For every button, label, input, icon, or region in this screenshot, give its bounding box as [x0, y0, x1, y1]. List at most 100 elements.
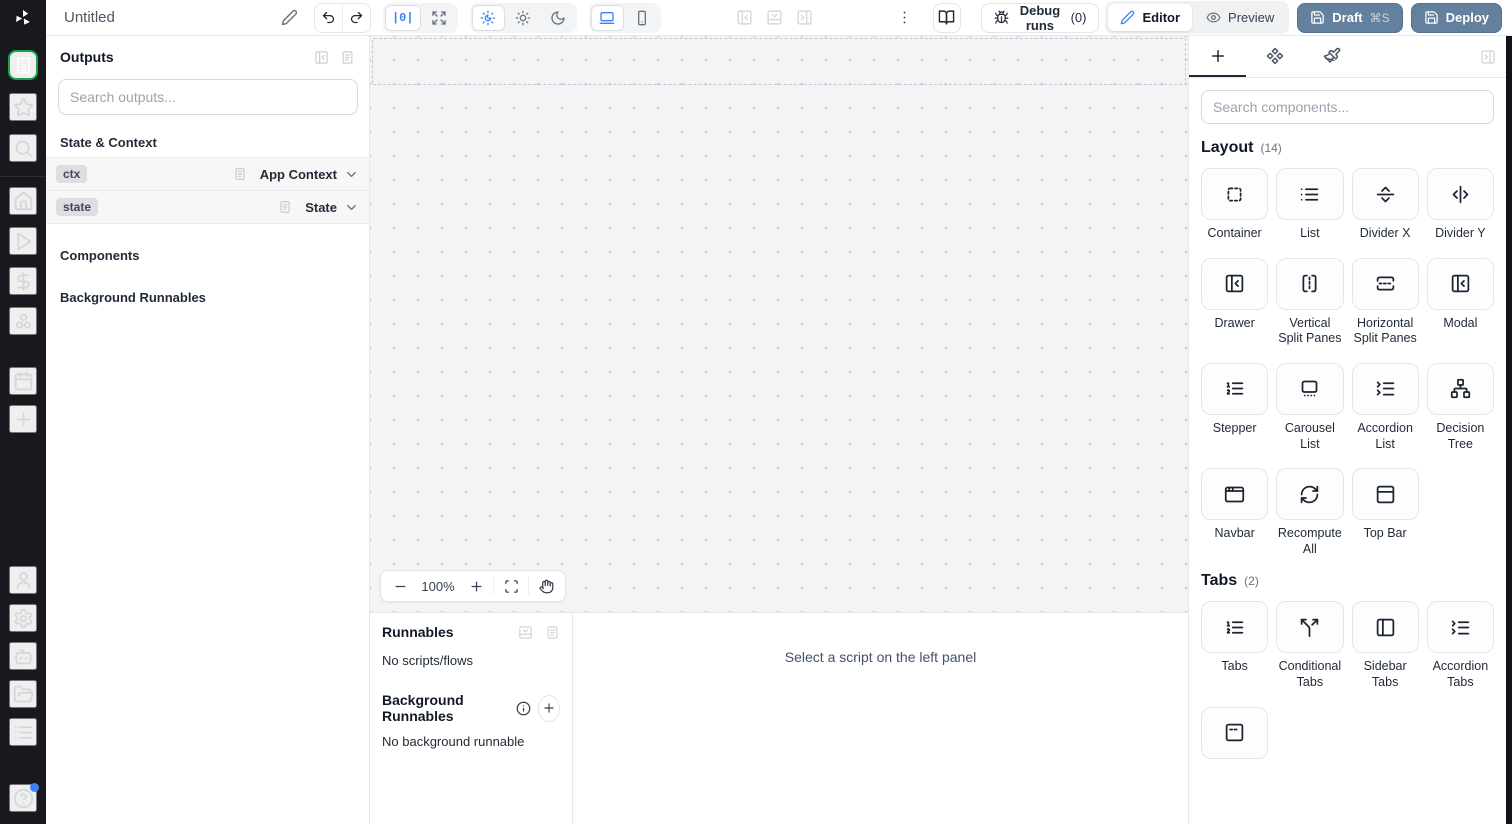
component-label: Conditional Tabs: [1278, 659, 1342, 689]
sidebar-item-schedules[interactable]: [9, 367, 37, 395]
device-mobile-icon: [634, 10, 650, 26]
component-card-stepper[interactable]: [1201, 362, 1269, 415]
zoom-out-button[interactable]: [383, 571, 417, 601]
component-label: Recompute All: [1277, 526, 1342, 556]
canvas-zoom-toolbar: 100%: [380, 570, 566, 602]
sidebar-item-logs[interactable]: [9, 718, 37, 746]
component-card-decision-tree[interactable]: [1426, 362, 1494, 415]
background-runnables-title: Background Runnables: [382, 692, 464, 724]
panel-top-icon: [1375, 484, 1396, 505]
chevron-down-icon[interactable]: [344, 200, 359, 215]
list-icon: [1299, 184, 1320, 205]
building-icon: [14, 56, 33, 75]
debug-runs-button[interactable]: Debug runs (0): [981, 2, 1100, 33]
redo-button[interactable]: [342, 3, 370, 32]
doc-icon: [233, 167, 247, 181]
pan-button[interactable]: [529, 571, 563, 601]
theme-light-button[interactable]: [507, 5, 540, 31]
canvas-drop-slot[interactable]: [372, 38, 1186, 85]
sidebar-item-add[interactable]: [9, 405, 37, 433]
sidebar-item-settings[interactable]: [9, 604, 37, 632]
deploy-button[interactable]: Deploy: [1410, 2, 1502, 33]
sidebar-item-workers[interactable]: [9, 642, 37, 670]
component-card-horizontal-split-panes[interactable]: [1351, 257, 1419, 310]
component-card-top-bar[interactable]: [1351, 468, 1419, 521]
save-draft-icon: [1310, 10, 1325, 25]
component-card-navbar[interactable]: [1201, 468, 1269, 521]
component-card-drawer[interactable]: [1201, 257, 1269, 310]
zoom-in-button[interactable]: [459, 571, 493, 601]
windmill-icon: [13, 8, 33, 28]
add-background-runnable-button[interactable]: [537, 694, 560, 722]
rail-group-extra: [0, 367, 46, 433]
docs-button[interactable]: [932, 2, 962, 33]
sidebar-item-search[interactable]: [9, 134, 37, 162]
undo-button[interactable]: [314, 3, 343, 32]
list-collapse-icon: [1450, 617, 1471, 638]
panel-right-toggle-icon[interactable]: [796, 9, 813, 26]
fit-view-button[interactable]: [494, 571, 528, 601]
components-panel: Layout (14) Container List Divider X Divider …: [1188, 36, 1506, 824]
device-desktop-button[interactable]: [590, 4, 624, 31]
sidebar-item-apps[interactable]: [8, 50, 38, 80]
sidebar-item-variables[interactable]: [9, 267, 37, 295]
search-outputs-input[interactable]: [58, 79, 358, 115]
theme-auto-button[interactable]: [471, 4, 505, 31]
expand-canvas-button[interactable]: [423, 5, 456, 31]
panel-bottom-toggle-icon[interactable]: [766, 9, 783, 26]
runnables-doc-icon[interactable]: [545, 625, 560, 640]
component-card-divider-x[interactable]: [1351, 168, 1419, 220]
component-card-container[interactable]: [1201, 168, 1269, 220]
component-card-divider-y[interactable]: [1426, 168, 1494, 220]
collapse-outputs-icon[interactable]: [314, 50, 329, 65]
theme-dark-button[interactable]: [542, 5, 575, 31]
more-menu-button[interactable]: [896, 9, 913, 26]
component-card-conditional-tabs[interactable]: [1276, 601, 1344, 654]
tab-styling[interactable]: [1303, 36, 1360, 77]
app-canvas[interactable]: 100%: [370, 36, 1188, 612]
state-row-ctx[interactable]: ctx App Context: [46, 158, 369, 191]
component-label: Accordion List: [1357, 420, 1413, 451]
tab-insert-component[interactable]: [1189, 36, 1246, 77]
add-plus-icon: [542, 701, 556, 715]
outputs-doc-icon[interactable]: [340, 50, 355, 65]
docs-book-icon: [938, 9, 955, 26]
device-mobile-button[interactable]: [626, 5, 659, 31]
play-icon: [13, 231, 34, 252]
editor-mode-button[interactable]: Editor: [1108, 4, 1193, 31]
collapse-components-icon[interactable]: [1480, 49, 1496, 65]
component-card-accordion-list[interactable]: [1351, 362, 1419, 415]
component-card-vertical-split-panes[interactable]: [1276, 257, 1344, 310]
component-card-accordion-tabs[interactable]: [1426, 601, 1494, 654]
sidebar-item-resources[interactable]: [9, 307, 37, 335]
component-card-hidden[interactable]: [1201, 706, 1269, 759]
collapse-runnables-icon[interactable]: [518, 625, 533, 640]
chevron-down-icon[interactable]: [344, 167, 359, 182]
draft-button[interactable]: Draft ⌘S: [1297, 2, 1403, 33]
circles-icon: [13, 311, 34, 332]
edit-title-button[interactable]: [281, 9, 298, 26]
section-count: (2): [1244, 574, 1259, 589]
zoom-fit-button[interactable]: |0|: [384, 4, 421, 31]
component-card-recompute-all[interactable]: [1276, 468, 1344, 521]
windmill-logo[interactable]: [0, 0, 46, 36]
component-card-list[interactable]: [1276, 168, 1344, 220]
sidebar-item-runs[interactable]: [9, 227, 37, 255]
rail-group-top: [0, 50, 46, 162]
search-components-input[interactable]: [1201, 90, 1494, 124]
sidebar-item-user[interactable]: [9, 566, 37, 594]
sidebar-item-favorites[interactable]: [9, 93, 37, 121]
component-card-modal[interactable]: [1426, 257, 1494, 310]
tab-component-settings[interactable]: [1246, 36, 1303, 77]
component-card-carousel-list[interactable]: [1276, 362, 1344, 415]
component-card-tabs[interactable]: [1201, 601, 1269, 654]
state-row-state[interactable]: state State: [46, 191, 369, 224]
sidebar-item-folders[interactable]: [9, 680, 37, 708]
list-ordered-icon: [1224, 617, 1245, 638]
sidebar-item-home[interactable]: [9, 187, 37, 215]
component-card-sidebar-tabs[interactable]: [1351, 601, 1419, 654]
component-item-container: Container: [1201, 168, 1269, 242]
preview-mode-button[interactable]: Preview: [1194, 4, 1286, 31]
component-item-stepper: Stepper: [1201, 362, 1269, 452]
panel-left-toggle-icon[interactable]: [736, 9, 753, 26]
